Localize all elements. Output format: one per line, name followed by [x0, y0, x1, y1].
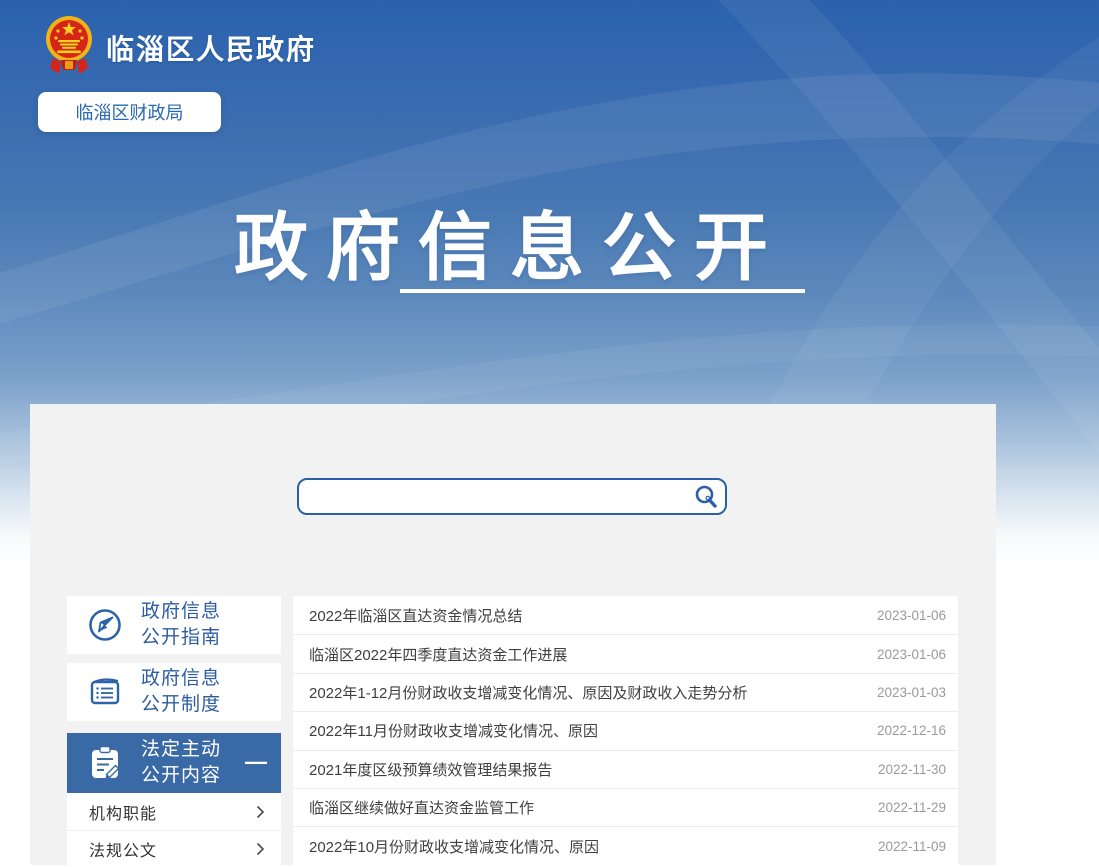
article-date: 2023-01-06 [877, 647, 946, 662]
sidebar-item-label: 政府信息 [141, 666, 221, 692]
article-row[interactable]: 2022年1-12月份财政收支增减变化情况、原因及财政收入走势分析 2023-0… [293, 673, 958, 711]
sidebar: 政府信息 公开指南 政府信息 公开制度 [67, 596, 281, 867]
sidebar-item-guide[interactable]: 政府信息 公开指南 [67, 596, 281, 654]
article-date: 2022-11-09 [878, 839, 946, 854]
submenu-item-org-functions[interactable]: 机构职能 [67, 793, 281, 830]
sidebar-item-label: 公开制度 [141, 692, 221, 718]
submenu-item-label: 机构职能 [89, 800, 157, 824]
collapse-indicator[interactable]: — [245, 757, 267, 767]
sidebar-item-label: 公开内容 [141, 763, 221, 789]
search-box [297, 478, 727, 515]
page-title: 政府信息公开 [180, 188, 840, 295]
article-row[interactable]: 2021年度区级预算绩效管理结果报告 2022-11-30 [293, 750, 958, 788]
article-title[interactable]: 临淄区2022年四季度直达资金工作进展 [309, 644, 567, 665]
article-list: 2022年临淄区直达资金情况总结 2023-01-06 临淄区2022年四季度直… [293, 596, 958, 865]
article-title[interactable]: 2022年11月份财政收支增减变化情况、原因 [309, 720, 598, 741]
department-label: 临淄区财政局 [76, 99, 184, 125]
clipboard-pencil-icon [83, 741, 127, 785]
sidebar-item-statutory-disclosure[interactable]: 法定主动 公开内容 — [67, 733, 281, 793]
department-button[interactable]: 临淄区财政局 [38, 92, 221, 132]
article-date: 2023-01-06 [877, 608, 946, 623]
article-row[interactable]: 2022年10月份财政收支增减变化情况、原因 2022-11-09 [293, 826, 958, 864]
article-date: 2022-11-29 [878, 800, 946, 815]
search-icon [693, 484, 719, 510]
site-name[interactable]: 临淄区人民政府 [106, 28, 316, 68]
article-row[interactable]: 临淄区继续做好直达资金监管工作 2022-11-29 [293, 788, 958, 826]
document-icon [83, 670, 127, 714]
content-panel: 政府信息 公开指南 政府信息 公开制度 [30, 404, 996, 865]
article-title[interactable]: 2021年度区级预算绩效管理结果报告 [309, 759, 552, 780]
article-title[interactable]: 2022年1-12月份财政收支增减变化情况、原因及财政收入走势分析 [309, 682, 747, 703]
sidebar-item-label: 政府信息 [141, 599, 221, 625]
search-input[interactable] [299, 480, 687, 513]
article-title[interactable]: 临淄区继续做好直达资金监管工作 [309, 797, 534, 818]
chevron-right-icon [256, 842, 265, 856]
article-date: 2022-11-30 [878, 762, 946, 777]
sidebar-submenu: 机构职能 法规公文 [67, 793, 281, 867]
sidebar-item-label: 法定主动 [141, 737, 221, 763]
compass-icon [83, 603, 127, 647]
sidebar-item-system[interactable]: 政府信息 公开制度 [67, 663, 281, 721]
submenu-item-label: 法规公文 [89, 837, 157, 861]
article-row[interactable]: 临淄区2022年四季度直达资金工作进展 2023-01-06 [293, 634, 958, 672]
article-row[interactable]: 2022年临淄区直达资金情况总结 2023-01-06 [293, 596, 958, 634]
article-title[interactable]: 2022年临淄区直达资金情况总结 [309, 605, 522, 626]
chevron-right-icon [256, 805, 265, 819]
title-underline [400, 289, 805, 293]
national-emblem-icon [45, 12, 93, 84]
submenu-item-regulations[interactable]: 法规公文 [67, 830, 281, 867]
article-row[interactable]: 2022年11月份财政收支增减变化情况、原因 2022-12-16 [293, 711, 958, 749]
sidebar-item-label: 公开指南 [141, 625, 221, 651]
article-date: 2022-12-16 [877, 723, 946, 738]
article-date: 2023-01-03 [877, 685, 946, 700]
site-logo-row[interactable]: 临淄区人民政府 [45, 12, 316, 84]
search-button[interactable] [687, 480, 725, 513]
article-title[interactable]: 2022年10月份财政收支增减变化情况、原因 [309, 836, 599, 857]
